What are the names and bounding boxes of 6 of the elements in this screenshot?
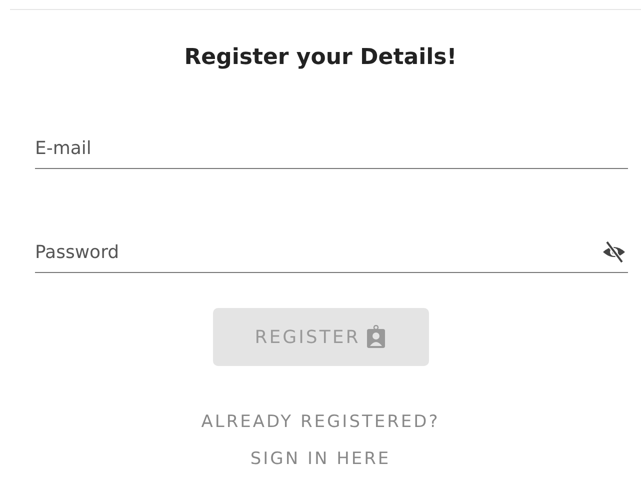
id-badge-icon xyxy=(366,325,386,349)
email-field[interactable]: E-mail xyxy=(35,138,628,158)
eye-slash-icon[interactable] xyxy=(602,241,626,263)
sign-in-link[interactable]: ALREADY REGISTERED? SIGN IN HERE xyxy=(201,404,440,478)
form-title: Register your Details! xyxy=(183,45,458,70)
password-field[interactable]: Password xyxy=(35,242,602,262)
